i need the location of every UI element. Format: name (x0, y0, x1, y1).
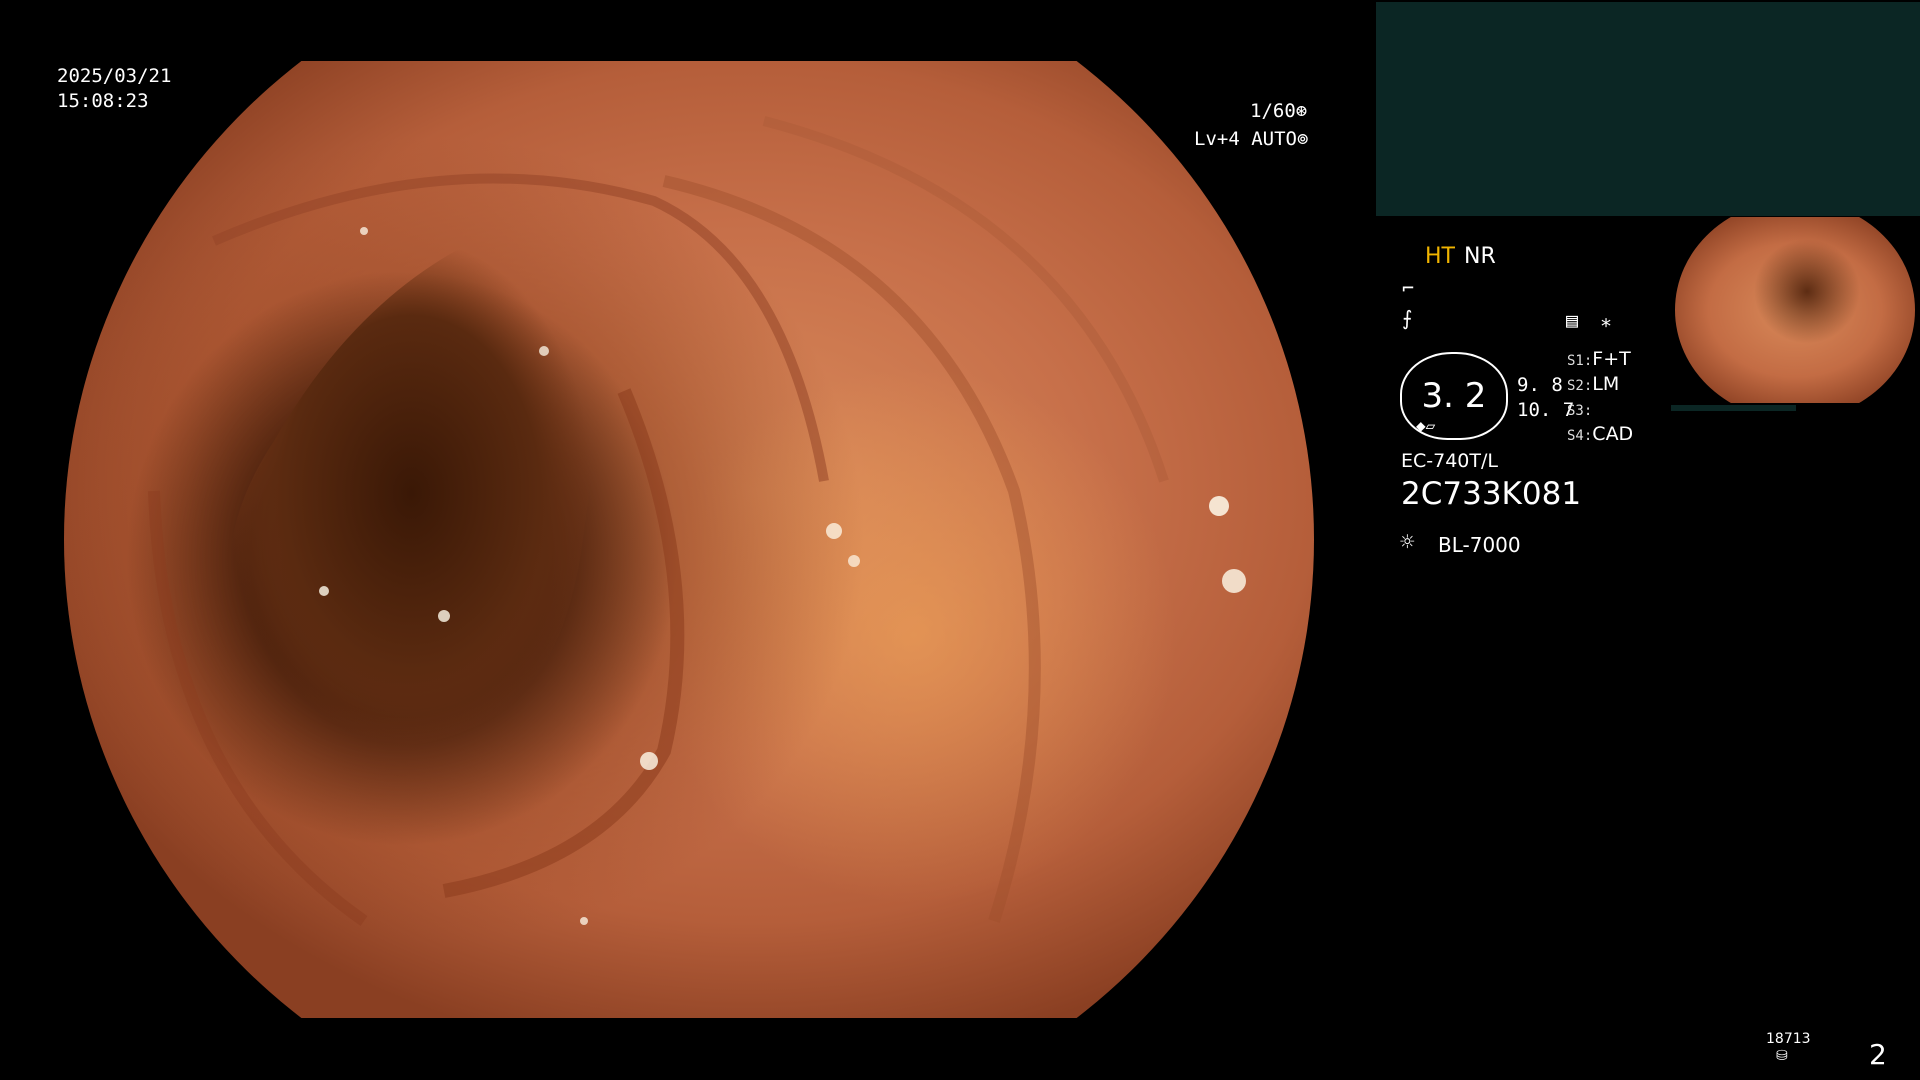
switch-slot-key: S1: (1567, 353, 1593, 369)
asterisk-icon: ∗ (1600, 310, 1613, 334)
thumbnail-preview (1671, 217, 1919, 415)
shutter-speed-value: 1/60 (1250, 100, 1296, 122)
color-mode-icon: ⨍ (1402, 306, 1413, 330)
exposure-level: Lv+4 AUTO⊚ (1194, 128, 1308, 150)
scope-value-2: 10. 7 (1517, 399, 1575, 421)
light-source-model: BL-7000 (1438, 533, 1521, 557)
zoom-indicator: 3. 2 ◆▱ (1400, 352, 1508, 440)
reference-image-panel (1376, 2, 1920, 216)
scope-model: EC-740T/L (1401, 450, 1498, 472)
endoscopy-display: 2025/03/21 15:08:23 1/60⊛ Lv+4 AUTO⊚ HT … (0, 0, 1920, 1080)
scope-tip-icon: ◆▱ (1416, 416, 1436, 435)
specular-highlight (1222, 569, 1246, 593)
mucosal-fold (762, 116, 1169, 483)
mucosal-fold (662, 175, 1041, 923)
specular-highlight (319, 586, 329, 596)
specular-highlight (539, 346, 549, 356)
light-source-icon: ☼ (1400, 528, 1415, 556)
scope-value-1: 9. 8 (1517, 374, 1563, 396)
exposure-level-value: Lv+4 AUTO (1194, 128, 1297, 150)
specular-highlight (438, 610, 450, 622)
scope-serial-number: 2C733K081 (1401, 476, 1582, 512)
switch-slot-key: S4: (1567, 428, 1593, 444)
specular-highlight (848, 555, 860, 567)
aperture-icon: ⊛ (1295, 100, 1308, 122)
enhancement-mode-icon: ⌐ (1402, 276, 1415, 300)
specular-highlight (640, 752, 658, 770)
switch-slot-key: S3: (1567, 403, 1593, 419)
switch-slot-value: LM (1592, 373, 1620, 395)
specular-highlight (580, 917, 588, 925)
page-number: 2 (1869, 1038, 1887, 1071)
switch-slot-value: CAD (1592, 423, 1634, 445)
thumbnail-endoscopic-image (1675, 217, 1915, 403)
specular-highlight (826, 523, 842, 539)
hyper-tone-indicator: HT (1425, 244, 1455, 269)
shutter-speed: 1/60⊛ (1250, 100, 1307, 122)
specular-highlight (1209, 496, 1229, 516)
endoscopic-image-view (64, 61, 1314, 1018)
auto-exposure-icon: ⊚ (1296, 128, 1309, 150)
settings-list-icon: ▤ (1566, 308, 1579, 332)
image-counter: 18713 (1766, 1031, 1811, 1047)
switch-slot-1: S1:F+T (1567, 348, 1631, 370)
switch-slot-value: F+T (1592, 348, 1631, 370)
endoscopic-image-texture (148, 116, 1246, 926)
storage-disk-icon: ⛁ (1776, 1048, 1788, 1064)
switch-slot-2: S2:LM (1567, 373, 1619, 395)
switch-slot-3: S3: (1567, 398, 1592, 420)
capture-time: 15:08:23 (57, 90, 149, 112)
zoom-value: 3. 2 (1421, 376, 1487, 416)
switch-slot-key: S2: (1567, 378, 1593, 394)
lumen-opening (229, 240, 594, 747)
noise-reduction-indicator: NR (1464, 244, 1496, 269)
specular-highlight (360, 227, 368, 235)
capture-date: 2025/03/21 (57, 65, 172, 87)
thumbnail-status-bar (1671, 405, 1796, 411)
switch-slot-4: S4:CAD (1567, 423, 1633, 445)
